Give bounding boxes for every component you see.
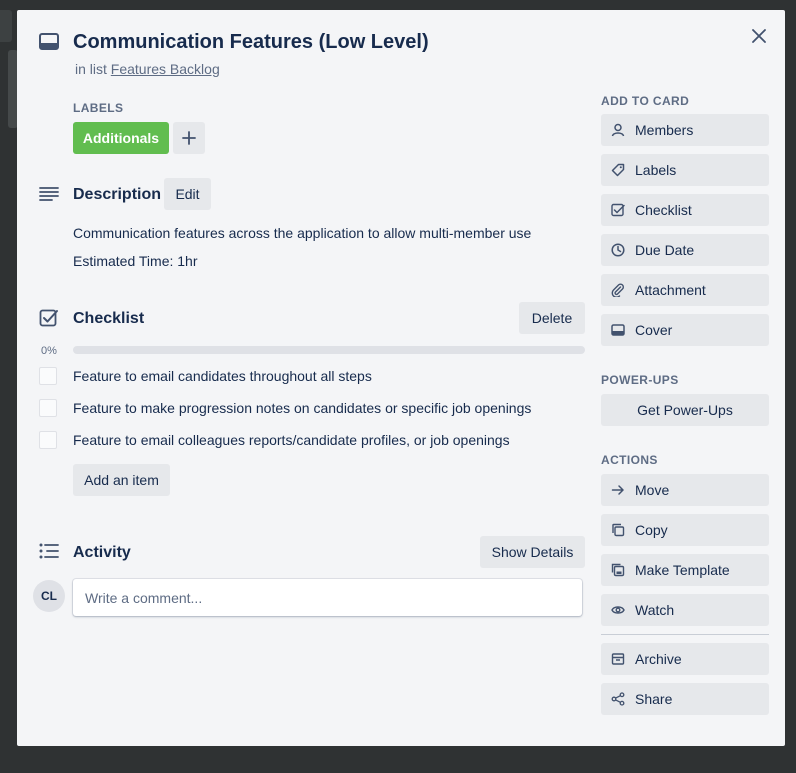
watch-label: Watch <box>635 602 675 618</box>
members-button[interactable]: Members <box>601 114 769 146</box>
arrow-right-icon <box>611 483 625 497</box>
close-icon <box>752 29 766 43</box>
edit-description-button[interactable]: Edit <box>164 178 211 210</box>
list-link[interactable]: Features Backlog <box>111 61 220 77</box>
share-label: Share <box>635 691 673 707</box>
eye-icon <box>611 603 625 617</box>
actions-heading: ACTIONS <box>601 453 658 467</box>
checklist-item-text[interactable]: Feature to email candidates throughout a… <box>73 368 372 384</box>
list-prefix: in list <box>75 61 107 77</box>
card-cover-icon <box>611 323 625 337</box>
watch-button[interactable]: Watch <box>601 594 769 626</box>
comment-input[interactable] <box>73 579 582 616</box>
delete-checklist-button[interactable]: Delete <box>519 302 585 334</box>
checklist-progress-bar <box>73 346 585 354</box>
description-text[interactable]: Communication features across the applic… <box>73 225 531 241</box>
checklist-item[interactable]: Feature to make progression notes on can… <box>39 396 531 420</box>
make-template-button[interactable]: Make Template <box>601 554 769 586</box>
show-details-button[interactable]: Show Details <box>480 536 585 568</box>
activity-heading: Activity <box>73 544 131 561</box>
card-list-info: in list Features Backlog <box>75 61 220 77</box>
checklist-item[interactable]: Feature to email colleagues reports/cand… <box>39 428 510 452</box>
avatar[interactable]: CL <box>33 580 65 612</box>
copy-button[interactable]: Copy <box>601 514 769 546</box>
checklist-progress-percent: 0% <box>41 345 57 357</box>
estimated-time-text[interactable]: Estimated Time: 1hr <box>73 253 198 269</box>
checklist-item[interactable]: Feature to email candidates throughout a… <box>39 364 372 388</box>
move-label: Move <box>635 482 670 498</box>
checklist-item-checkbox[interactable] <box>39 431 57 449</box>
due-date-label: Due Date <box>635 242 695 258</box>
paperclip-icon <box>611 283 625 297</box>
copy-label: Copy <box>635 522 668 538</box>
due-date-button[interactable]: Due Date <box>601 234 769 266</box>
add-checklist-item-button[interactable]: Add an item <box>73 464 170 496</box>
tag-icon <box>611 163 625 177</box>
checklist-icon <box>39 308 59 328</box>
label-chip[interactable]: Additionals <box>73 122 169 154</box>
share-button[interactable]: Share <box>601 683 769 715</box>
clock-icon <box>611 243 625 257</box>
description-heading: Description <box>73 186 162 203</box>
archive-label: Archive <box>635 651 682 667</box>
plus-icon <box>182 131 196 145</box>
checklist-label: Checklist <box>635 202 692 218</box>
card-title[interactable]: Communication Features (Low Level) <box>73 31 429 54</box>
members-label: Members <box>635 122 694 138</box>
checklist-item-checkbox[interactable] <box>39 367 57 385</box>
power-ups-heading: POWER-UPS <box>601 373 679 387</box>
share-icon <box>611 692 625 706</box>
checklist-button[interactable]: Checklist <box>601 194 769 226</box>
add-label-button[interactable] <box>173 122 205 154</box>
checklist-item-text[interactable]: Feature to make progression notes on can… <box>73 400 531 416</box>
copy-icon <box>611 523 625 537</box>
attachment-button[interactable]: Attachment <box>601 274 769 306</box>
card-detail-modal: Communication Features (Low Level) in li… <box>17 10 785 746</box>
cover-button[interactable]: Cover <box>601 314 769 346</box>
make-template-label: Make Template <box>635 562 730 578</box>
labels-heading: LABELS <box>73 101 124 115</box>
checkbox-icon <box>611 203 625 217</box>
activity-icon <box>39 543 59 559</box>
checklist-item-text[interactable]: Feature to email colleagues reports/cand… <box>73 432 510 448</box>
card-icon <box>39 33 59 51</box>
person-icon <box>611 123 625 137</box>
checklist-heading: Checklist <box>73 310 145 327</box>
template-icon <box>611 563 625 577</box>
attachment-label: Attachment <box>635 282 706 298</box>
archive-icon <box>611 652 625 666</box>
close-button[interactable] <box>747 24 771 48</box>
background-board-element <box>0 10 12 42</box>
description-icon <box>39 186 59 202</box>
add-to-card-heading: ADD TO CARD <box>601 94 690 108</box>
archive-button[interactable]: Archive <box>601 643 769 675</box>
cover-label: Cover <box>635 322 673 338</box>
get-power-ups-button[interactable]: Get Power-Ups <box>601 394 769 426</box>
actions-divider <box>601 634 769 635</box>
checklist-item-checkbox[interactable] <box>39 399 57 417</box>
move-button[interactable]: Move <box>601 474 769 506</box>
labels-label: Labels <box>635 162 677 178</box>
labels-button[interactable]: Labels <box>601 154 769 186</box>
